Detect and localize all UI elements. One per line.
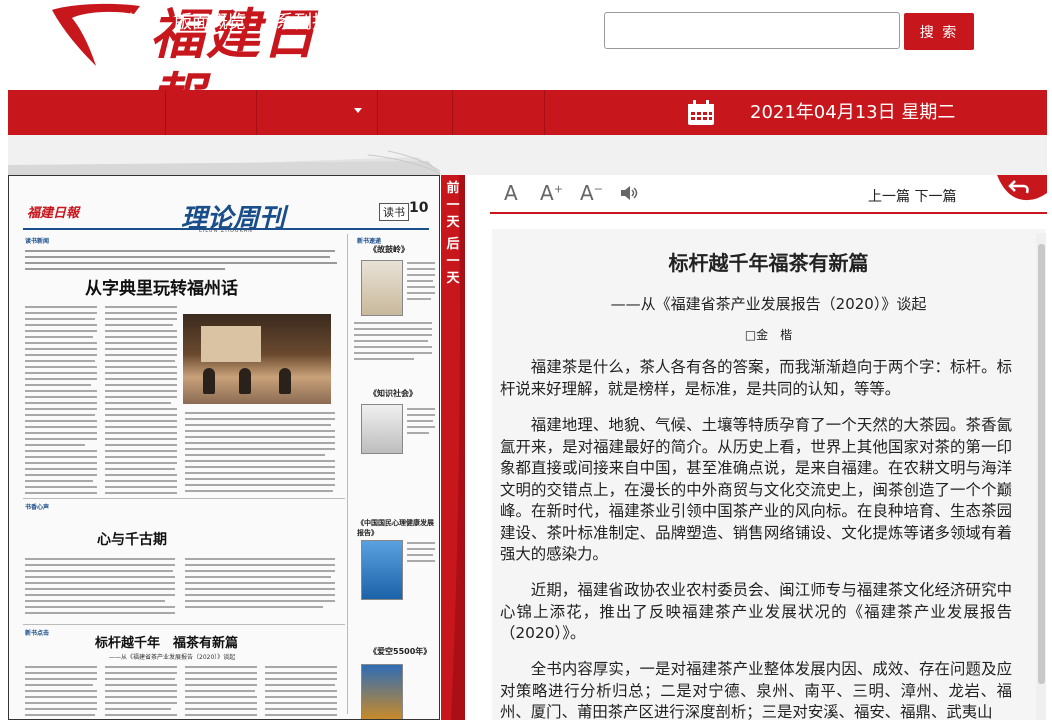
article-photo[interactable] (183, 314, 331, 404)
headline-3[interactable]: 标杆越千年 福茶有新篇 (95, 632, 238, 651)
article-pager: 上一篇 下一篇 (868, 186, 956, 206)
tag-badge: 新书点击 (25, 630, 50, 637)
toolbar-rule (490, 212, 1047, 214)
book-cover-4[interactable] (361, 664, 403, 719)
article-paragraph: 福建地理、地貌、气候、土壤等特质孕育了一个天然的大茶园。茶香氤氲开来，是对福建最… (500, 416, 1012, 563)
prev-day-link[interactable]: 前一天 (441, 180, 465, 231)
book-cover-1[interactable] (361, 260, 403, 316)
header-rule (23, 228, 429, 230)
speaker-icon[interactable] (620, 184, 640, 202)
tag-badge: 读书新闻 (25, 238, 50, 245)
article-paragraph: 福建茶是什么，茶人各有各的答案，而我渐渐趋向于两个字：标杆。标杆说来好理解，就是… (500, 358, 1012, 398)
scrollbar-thumb[interactable] (1038, 244, 1045, 684)
chevron-down-icon[interactable] (354, 108, 362, 113)
article-body: 标杆越千年福茶有新篇 ——从《福建省茶产业发展报告（2020）》谈起 □金 楷 … (492, 229, 1045, 720)
headline-2[interactable]: 心与千古期 (97, 529, 167, 549)
paper-stack-band (8, 135, 1047, 175)
section-rule (23, 498, 345, 499)
nav-divider (544, 90, 545, 135)
prev-day-label: 前一天 (446, 181, 460, 230)
nav-divider (452, 90, 453, 135)
section-tag: 读书 (379, 203, 409, 221)
search-button[interactable]: 搜 索 (904, 13, 974, 50)
mini-masthead: 福建日報 (27, 206, 80, 221)
section-rule (23, 624, 345, 625)
article-title: 标杆越千年福茶有新篇 (668, 251, 869, 275)
headline-1[interactable]: 从字典里玩转福州话 (85, 274, 238, 299)
font-smaller-label: A (580, 181, 594, 205)
nav-home[interactable]: 首页 (110, 0, 162, 45)
book-cover-2[interactable] (361, 404, 403, 454)
headline-3-subtitle: ——从《福建省茶产业发展报告（2020）》谈起 (109, 654, 236, 661)
search-input[interactable] (604, 12, 900, 49)
article-author: □金 楷 (744, 328, 793, 342)
book-cover-3[interactable] (361, 540, 403, 600)
next-day-link[interactable]: 后一天 (441, 236, 465, 287)
nav-divider (377, 90, 378, 135)
book-title-1: 《故鼓岭》 (369, 245, 409, 254)
calendar-icon[interactable] (687, 100, 715, 126)
nav-divider (256, 90, 257, 135)
article-subtitle: ——从《福建省茶产业发展报告（2020）》谈起 (610, 295, 927, 313)
back-button[interactable] (997, 175, 1047, 202)
nav-old-version[interactable]: 旧版回看 (456, 0, 540, 45)
current-date: 2021年04月13日 星期二 (750, 102, 956, 123)
font-larger-button[interactable]: A+ (540, 181, 563, 205)
next-article-link[interactable]: 下一篇 (914, 189, 956, 205)
book-review-lines (354, 322, 432, 360)
font-smaller-button[interactable]: A− (580, 181, 603, 205)
page-number: 10 (409, 200, 429, 216)
article-paragraph: 全书内容厚实，一是对福建茶产业整体发展内因、成效、存在问题及应对策略进行分析归总… (500, 660, 1012, 720)
prev-article-link[interactable]: 上一篇 (868, 189, 910, 205)
next-day-label: 后一天 (446, 237, 460, 286)
tag-badge: 书香心声 (25, 504, 50, 511)
article-panel: A A+ A− 上一篇 下一篇 标杆越千年福茶有新篇 ——从《福建省茶产业发展报… (490, 175, 1047, 720)
nav-series-publications[interactable]: 系列报刊 (270, 0, 354, 45)
text-columns-2 (25, 558, 335, 614)
article-paragraph: 近期，福建省政协农业农村委员会、闽江师专与福建茶文化经济研究中心锦上添花，推出了… (500, 581, 1012, 642)
newspaper-page-image[interactable]: 福建日報 理论周刊 LILUN ZHOUKAN 读书 10 读书新闻 新书速递 … (8, 175, 440, 720)
font-normal-button[interactable]: A (504, 181, 518, 205)
paper-stack-graphic (8, 150, 441, 175)
column-rule (347, 234, 348, 714)
font-larger-label: A (540, 181, 554, 205)
text-columns-3 (25, 666, 337, 716)
nav-divider (165, 90, 166, 135)
lead-text-lines (25, 250, 337, 270)
nav-page-overview[interactable]: 版面概览 (168, 0, 252, 45)
nav-dongnan-net[interactable]: 东南网 (382, 0, 448, 45)
